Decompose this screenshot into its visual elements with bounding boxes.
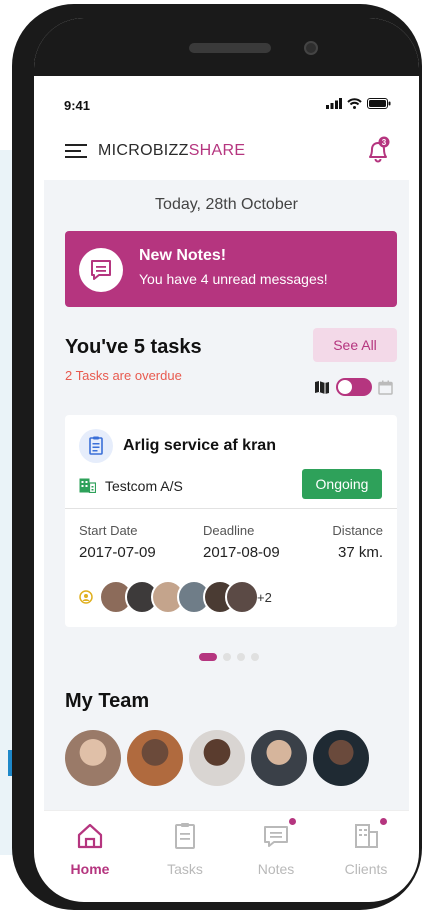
task-card[interactable]: Arlig service af kran Testcom A/S Ongoin… [65, 415, 397, 627]
battery-icon [367, 98, 391, 109]
people-icon [79, 590, 93, 604]
building-icon [79, 478, 96, 493]
card-divider [65, 508, 397, 509]
deadline-value: 2017-08-09 [203, 544, 280, 561]
status-time: 9:41 [64, 98, 91, 113]
tab-tasks-label: Tasks [167, 861, 203, 877]
notification-count: 3 [382, 138, 387, 147]
volume-up-button [17, 189, 25, 253]
message-icon [79, 248, 123, 292]
view-toggle-group [314, 378, 393, 396]
tasks-overdue-text: 2 Tasks are overdue [65, 368, 182, 383]
tab-clients-label: Clients [344, 861, 388, 877]
phone-screen: 9:41 MICROBIZZSHARE 3 Today, 28th Octobe… [34, 18, 419, 902]
clients-icon [355, 824, 378, 848]
map-calendar-toggle[interactable] [336, 378, 372, 396]
carousel-dot[interactable] [223, 653, 231, 661]
home-content: Today, 28th October New Notes! You have … [44, 180, 409, 820]
extra-members-count: +2 [257, 590, 272, 605]
deadline-label: Deadline [203, 523, 255, 538]
carousel-dot[interactable] [251, 653, 259, 661]
carousel-indicator [199, 653, 259, 661]
tab-home[interactable]: Home [50, 821, 130, 877]
avatar [225, 580, 259, 614]
status-bar: 9:41 [34, 76, 419, 128]
carousel-dot[interactable] [237, 653, 245, 661]
status-badge: Ongoing [302, 469, 382, 499]
volume-down-button [17, 279, 25, 343]
team-member-avatar[interactable] [251, 730, 307, 786]
start-date-label: Start Date [79, 523, 138, 538]
wifi-icon [347, 98, 362, 109]
notification-bell-icon[interactable]: 3 [365, 136, 391, 164]
toggle-knob [338, 380, 352, 394]
clipboard-icon [79, 429, 113, 463]
distance-label: Distance [332, 523, 383, 538]
brand-logo: MICROBIZZSHARE [98, 142, 246, 159]
menu-icon[interactable] [65, 140, 87, 162]
team-member-avatar[interactable] [65, 730, 121, 786]
map-icon[interactable] [314, 380, 330, 395]
notes-icon [264, 826, 288, 847]
phone-frame: 9:41 MICROBIZZSHARE 3 Today, 28th Octobe… [12, 4, 422, 910]
top-bezel [34, 18, 419, 76]
team-member-avatar[interactable] [189, 730, 245, 786]
tasks-heading: You've 5 tasks [65, 336, 202, 358]
team-member-avatar[interactable] [313, 730, 369, 786]
tab-notes[interactable]: Notes [236, 818, 316, 877]
see-all-button[interactable]: See All [313, 328, 397, 362]
tab-clients[interactable]: Clients [326, 818, 406, 877]
clipboard-icon [175, 823, 195, 849]
today-date: Today, 28th October [155, 196, 298, 213]
front-camera [304, 41, 318, 55]
task-company: Testcom A/S [105, 478, 183, 494]
carousel-dot-active[interactable] [199, 653, 217, 661]
bottom-tab-bar: Home Tasks Notes Clients [44, 810, 409, 882]
tab-tasks[interactable]: Tasks [145, 821, 225, 877]
app-bar: MICROBIZZSHARE 3 [34, 128, 419, 184]
status-icons [326, 98, 391, 109]
notes-notification-dot [289, 818, 296, 825]
distance-value: 37 km. [337, 544, 383, 561]
task-name: Arlig service af kran [123, 437, 276, 454]
notes-banner-message: You have 4 unread messages! [139, 271, 328, 287]
notes-banner-title: New Notes! [139, 247, 227, 264]
team-heading: My Team [65, 690, 150, 712]
speaker [189, 43, 271, 53]
calendar-icon[interactable] [378, 380, 393, 395]
new-notes-banner[interactable]: New Notes! You have 4 unread messages! [65, 231, 397, 307]
home-icon [77, 823, 103, 849]
tab-notes-label: Notes [257, 861, 295, 877]
signal-icon [326, 98, 342, 109]
clients-notification-dot [380, 818, 387, 825]
team-member-avatar[interactable] [127, 730, 183, 786]
tab-home-label: Home [70, 861, 110, 877]
start-date-value: 2017-07-09 [79, 544, 156, 561]
